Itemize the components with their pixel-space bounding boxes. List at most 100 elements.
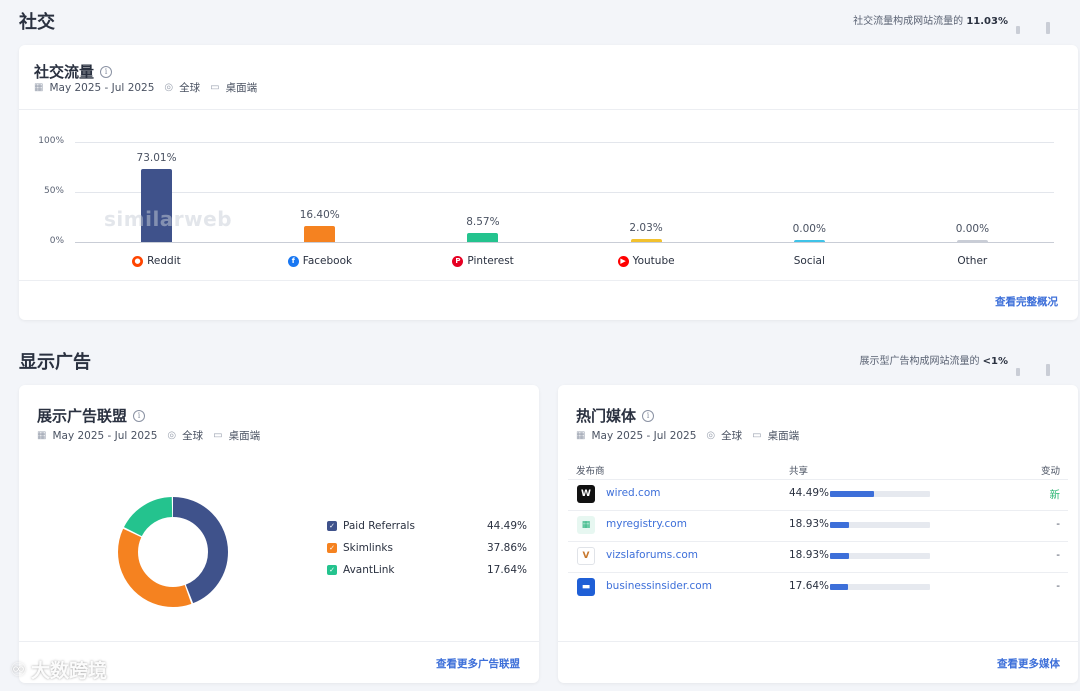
publisher-logo-icon: V [577, 547, 595, 565]
brand-watermark-text: 大数跨境 [31, 660, 108, 682]
publisher-change: - [1056, 518, 1060, 530]
date-range: May 2025 - Jul 2025 [52, 429, 158, 442]
social-traffic-card: 社交流量 i ▦ May 2025 - Jul 2025 ◎ 全球 ▭ 桌面端 … [19, 45, 1078, 320]
row-divider [568, 541, 1068, 542]
top-publishers-title-text: 热门媒体 [576, 407, 637, 425]
device: 桌面端 [228, 430, 261, 442]
y-tick-label: 50% [43, 186, 64, 196]
ad-networks-donut-chart [118, 497, 228, 607]
publisher-link[interactable]: wired.com [606, 487, 660, 499]
y-tick-label: 0% [49, 236, 64, 246]
legend-checkbox-icon[interactable]: ✓ [327, 565, 337, 575]
bar-value-label: 0.00% [792, 223, 826, 235]
publisher-share: 18.93% [789, 549, 830, 561]
category-label: Reddit [147, 255, 181, 267]
social-mini-bars [1016, 22, 1050, 34]
publisher-link[interactable]: vizslaforums.com [606, 549, 698, 561]
share-bar-track [830, 491, 930, 497]
social-section-title: 社交 [19, 12, 55, 33]
brand-logo-icon: ♾ [10, 658, 28, 681]
share-bar-fill [830, 584, 848, 590]
publisher-share: 44.49% [789, 487, 830, 499]
legend-label: Paid Referrals [343, 520, 415, 532]
bar-value-label: 8.57% [466, 216, 500, 229]
category-youtube: ▶ Youtube [617, 255, 675, 267]
share-bar-track [830, 584, 930, 590]
y-tick-label: 100% [38, 136, 64, 146]
bar-pinterest [467, 233, 499, 242]
category-social: Social [794, 255, 825, 267]
top-publishers-meta: ▦ May 2025 - Jul 2025 ◎ 全球 ▭ 桌面端 [576, 428, 799, 443]
youtube-icon: ▶ [617, 255, 629, 267]
ad-networks-title-text: 展示广告联盟 [37, 407, 128, 425]
display-section-title: 显示广告 [19, 352, 91, 373]
bar-value-label: 2.03% [629, 222, 663, 234]
view-more-publishers-link[interactable]: 查看更多媒体 [997, 656, 1060, 671]
region: 全球 [721, 430, 743, 442]
legend-checkbox-icon[interactable]: ✓ [327, 521, 337, 531]
category-reddit: ● Reddit [132, 255, 181, 267]
bar-other [956, 240, 988, 242]
info-icon[interactable]: i [133, 409, 146, 422]
gridline [75, 192, 1054, 193]
reddit-icon: ● [132, 255, 144, 267]
share-bar-track [830, 522, 930, 528]
device: 桌面端 [767, 430, 800, 442]
col-header-change: 变动 [1040, 466, 1060, 477]
view-more-ad-networks-link[interactable]: 查看更多广告联盟 [436, 656, 520, 671]
globe-icon: ◎ [167, 430, 177, 441]
share-bar-fill [830, 522, 849, 528]
legend-label: Skimlinks [343, 542, 393, 554]
ad-networks-title: 展示广告联盟 i [37, 405, 146, 426]
bar-youtube [630, 239, 662, 242]
row-divider [568, 510, 1068, 511]
legend-label: AvantLink [343, 564, 395, 576]
publisher-link[interactable]: myregistry.com [606, 518, 687, 530]
facebook-icon: f [287, 255, 299, 267]
gridline [75, 142, 1054, 143]
legend-value: 37.86% [486, 542, 527, 554]
category-facebook: f Facebook [287, 255, 353, 267]
social-share-note: 社交流量构成网站流量的 11.03% [853, 12, 1008, 27]
globe-icon: ◎ [706, 430, 716, 441]
publisher-change: - [1056, 580, 1060, 592]
social-bar-chart: 100% 50% 0% 73.01% ● Reddit 16.40% f Facebook 8.5… [19, 45, 1078, 280]
publisher-logo-icon: W [577, 485, 595, 503]
desktop-icon: ▭ [752, 430, 762, 441]
card-divider [558, 641, 1078, 642]
card-divider [19, 641, 539, 642]
category-label: Facebook [302, 255, 353, 267]
legend-item[interactable]: ✓ AvantLink 17.64% [327, 564, 527, 576]
info-icon[interactable]: i [642, 409, 655, 422]
publisher-link[interactable]: businessinsider.com [606, 580, 712, 592]
display-share-note: 展示型广告构成网站流量的 <1% [859, 352, 1008, 367]
date-range: May 2025 - Jul 2025 [591, 429, 697, 442]
bar-value-label: 0.00% [955, 223, 990, 235]
category-pinterest: P Pinterest [452, 255, 514, 267]
brand-watermark: ♾ 大数跨境 [10, 656, 107, 683]
display-note-value: <1% [982, 356, 1008, 367]
view-full-overview-link[interactable]: 查看完整概况 [995, 294, 1058, 309]
gridline [75, 242, 1054, 243]
legend-item[interactable]: ✓ Paid Referrals 44.49% [327, 520, 527, 532]
calendar-icon: ▦ [37, 430, 47, 441]
category-other: Other [957, 255, 987, 267]
card-divider [19, 280, 1078, 281]
top-publishers-card: 热门媒体 i ▦ May 2025 - Jul 2025 ◎ 全球 ▭ 桌面端 … [558, 385, 1078, 683]
social-note-value: 11.03% [966, 16, 1008, 27]
desktop-icon: ▭ [213, 430, 223, 441]
top-publishers-title: 热门媒体 i [576, 405, 655, 426]
share-bar-fill [830, 553, 849, 559]
bar-value-label: 16.40% [299, 208, 340, 221]
legend-checkbox-icon[interactable]: ✓ [327, 543, 337, 553]
col-header-share: 共享 [789, 466, 809, 477]
similarweb-watermark: similarweb [104, 207, 233, 231]
category-label: Other [957, 255, 988, 267]
ad-networks-card: 展示广告联盟 i ▦ May 2025 - Jul 2025 ◎ 全球 ▭ 桌面… [19, 385, 539, 683]
col-header-publisher: 发布商 [576, 466, 605, 477]
share-bar-track [830, 553, 930, 559]
pinterest-icon: P [452, 255, 464, 267]
publisher-share: 17.64% [789, 580, 830, 592]
category-label: Youtube [632, 255, 675, 267]
legend-item[interactable]: ✓ Skimlinks 37.86% [327, 542, 527, 554]
